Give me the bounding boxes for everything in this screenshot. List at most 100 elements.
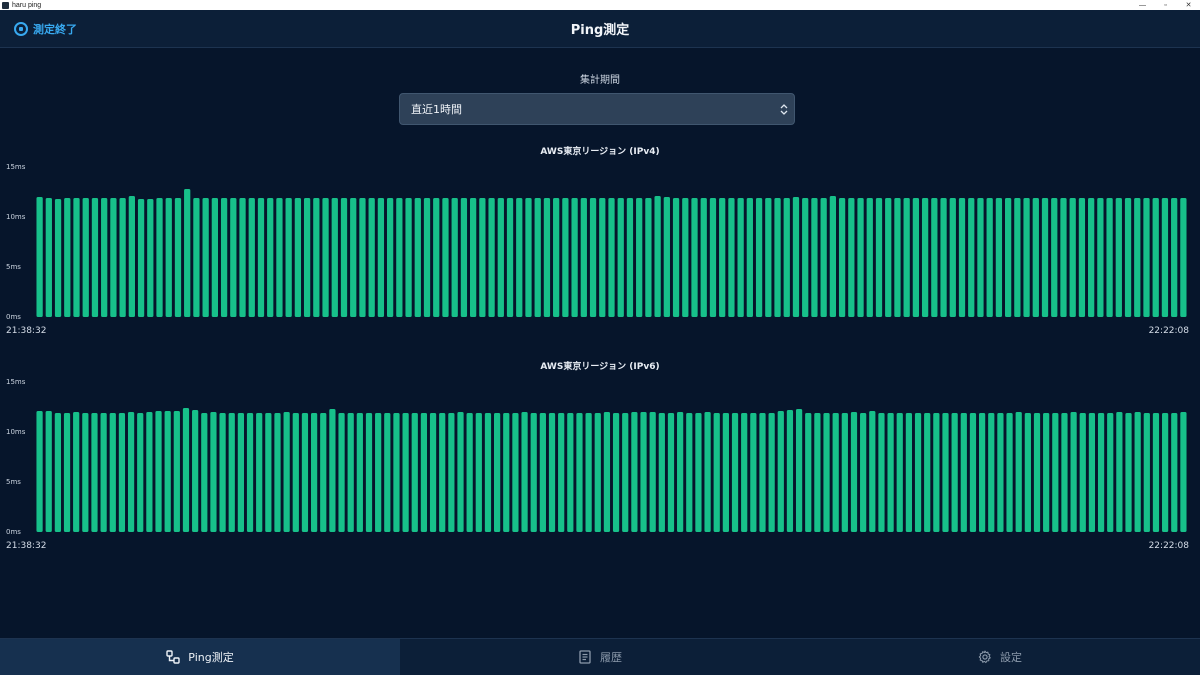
bar (866, 198, 873, 317)
bar (303, 198, 311, 317)
bar (820, 198, 827, 317)
bar (1052, 413, 1059, 532)
bar (636, 198, 643, 317)
bar (1060, 198, 1067, 317)
bar (887, 413, 894, 532)
bar (548, 413, 556, 532)
bar (475, 413, 482, 532)
bar (73, 198, 80, 317)
bar (1180, 412, 1187, 532)
bar (54, 199, 62, 317)
bar (940, 198, 947, 317)
bar (283, 412, 290, 532)
close-button[interactable]: ✕ (1177, 0, 1200, 10)
bar (1162, 413, 1169, 532)
bar (768, 413, 775, 532)
bar (567, 413, 574, 532)
nav-item-ping[interactable]: Ping測定 (0, 639, 400, 675)
nav-item-history[interactable]: 履歴 (400, 639, 800, 675)
bar (276, 198, 283, 317)
bar (1023, 198, 1030, 317)
bar (384, 413, 391, 532)
bar (875, 198, 883, 317)
bar (1134, 198, 1141, 317)
bar (658, 413, 665, 532)
time-end-ipv4: 22:22:08 (1148, 326, 1189, 336)
bar (878, 413, 885, 532)
stop-measurement-button[interactable]: 測定終了 (14, 20, 77, 38)
bar (414, 198, 421, 317)
bar (663, 197, 670, 317)
bar (617, 198, 624, 317)
bar (512, 413, 519, 532)
bar (1107, 413, 1114, 532)
bar (506, 198, 514, 317)
bar (841, 413, 848, 532)
bar (589, 198, 597, 317)
bar (146, 412, 153, 532)
nav-item-settings[interactable]: 設定 (800, 639, 1200, 675)
bar (479, 198, 486, 317)
time-end-ipv6: 22:22:08 (1148, 541, 1189, 551)
bar (442, 198, 449, 317)
bar (645, 198, 652, 317)
bar (599, 198, 606, 317)
bar (1106, 198, 1113, 317)
bar (759, 413, 766, 532)
bar (848, 198, 855, 317)
bar (686, 413, 693, 532)
bar (1079, 413, 1086, 532)
bar (709, 198, 717, 317)
bar (713, 413, 720, 532)
bar (622, 413, 629, 532)
bar (202, 198, 209, 317)
bar (885, 198, 892, 317)
bar (774, 198, 781, 317)
bar (239, 198, 246, 317)
bar (91, 413, 98, 532)
bar (256, 413, 263, 532)
bar (118, 413, 126, 532)
bar (1078, 198, 1086, 317)
bar (750, 413, 757, 532)
maximize-button[interactable]: ▫ (1154, 0, 1177, 10)
bar (137, 413, 144, 532)
bar (156, 198, 163, 317)
bar (1115, 198, 1122, 317)
bar (704, 412, 711, 532)
bar (1152, 413, 1160, 532)
bar (1116, 412, 1123, 532)
minimize-button[interactable]: — (1131, 0, 1154, 10)
bar (45, 411, 52, 532)
bar (375, 413, 382, 532)
bar (986, 198, 993, 317)
os-title-bar: haru ping — ▫ ✕ (0, 0, 1200, 10)
bar (36, 197, 43, 317)
bar (488, 198, 495, 317)
period-select[interactable]: 直近1時間 (399, 93, 795, 125)
bar (1152, 198, 1159, 317)
bar (155, 411, 162, 532)
bar (580, 198, 587, 317)
bar (248, 198, 255, 317)
bar (558, 413, 565, 532)
bar (405, 198, 412, 317)
bar (914, 413, 922, 532)
bar (731, 413, 739, 532)
bar-chart-ipv4: 0ms 5ms 10ms 15ms (6, 163, 1187, 321)
bar (1043, 413, 1050, 532)
bar (741, 413, 748, 532)
bar (603, 412, 611, 532)
bar (246, 413, 254, 532)
bar (783, 198, 790, 317)
bar (814, 413, 821, 532)
bar (1161, 198, 1169, 317)
bar (1097, 413, 1105, 532)
bar (786, 410, 794, 532)
bar (924, 413, 931, 532)
bar (292, 413, 299, 532)
bar (228, 413, 235, 532)
bar (722, 413, 729, 532)
bar (267, 198, 274, 317)
bar (1032, 198, 1039, 317)
